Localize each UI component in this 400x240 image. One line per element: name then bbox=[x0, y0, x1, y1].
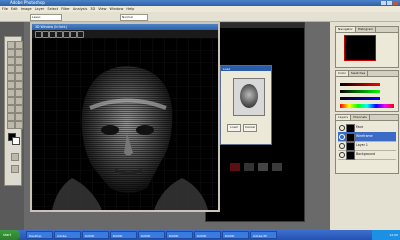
layers-panel: Layers Channels Face Wireframe Layer 1 B… bbox=[335, 114, 399, 174]
start-button[interactable]: start bbox=[0, 230, 20, 240]
tools-palette bbox=[4, 36, 23, 186]
gradient-tool-icon[interactable] bbox=[15, 81, 23, 89]
pan-icon[interactable] bbox=[42, 31, 49, 38]
marquee-tool-icon[interactable] bbox=[15, 41, 23, 49]
navigator-thumbnail[interactable] bbox=[344, 35, 376, 61]
dialog-cancel-button[interactable]: Cancel bbox=[243, 124, 257, 132]
portrait-face bbox=[240, 84, 258, 108]
green-slider[interactable] bbox=[340, 90, 380, 93]
texture-icon[interactable] bbox=[70, 31, 77, 38]
dialog-title: Load bbox=[223, 67, 231, 71]
layer-row[interactable]: Background bbox=[338, 150, 396, 160]
color-panel: Color Swatches bbox=[335, 70, 399, 112]
taskbar-item[interactable]: DAVID bbox=[110, 231, 137, 239]
dialog-ok-button[interactable]: Load bbox=[227, 124, 241, 132]
eraser-tool-icon[interactable] bbox=[7, 81, 15, 89]
minimize-button[interactable] bbox=[381, 1, 386, 5]
navigator-panel-tabs: Navigator Histogram bbox=[336, 27, 398, 33]
right-eye-socket bbox=[136, 125, 154, 135]
options-bar: Lasso Normal bbox=[0, 12, 400, 22]
shape-tool-icon[interactable] bbox=[15, 105, 23, 113]
visibility-eye-icon[interactable] bbox=[339, 125, 345, 131]
visibility-eye-icon[interactable] bbox=[339, 152, 345, 158]
thumbnail-1 bbox=[230, 163, 240, 171]
crop-tool-icon[interactable] bbox=[7, 57, 15, 65]
red-slider[interactable] bbox=[340, 83, 380, 86]
lasso-tool-icon[interactable] bbox=[7, 49, 15, 57]
dialog-title-bar[interactable]: Load bbox=[221, 66, 271, 71]
dialog-preview-image bbox=[233, 78, 265, 116]
start-label: start bbox=[3, 233, 12, 237]
zoom-icon[interactable] bbox=[49, 31, 56, 38]
screen-mode-icon[interactable] bbox=[11, 165, 19, 173]
history-brush-tool-icon[interactable] bbox=[15, 73, 23, 81]
rotate-icon[interactable] bbox=[35, 31, 42, 38]
layer-name: Face bbox=[356, 125, 364, 129]
window-controls bbox=[381, 1, 398, 5]
layer-name: Wireframe bbox=[356, 134, 373, 138]
visibility-eye-icon[interactable] bbox=[339, 134, 345, 140]
clock: 12:00 bbox=[389, 233, 398, 237]
light-icon[interactable] bbox=[56, 31, 63, 38]
taskbar-item[interactable]: DAVID bbox=[194, 231, 221, 239]
tab-color[interactable]: Color bbox=[336, 71, 349, 76]
tab-channels[interactable]: Channels bbox=[351, 115, 370, 120]
layers-panel-tabs: Layers Channels bbox=[336, 115, 398, 121]
pen-tool-icon[interactable] bbox=[7, 97, 15, 105]
thumbnail-3 bbox=[258, 163, 268, 171]
tab-histogram[interactable]: Histogram bbox=[356, 27, 377, 32]
reset-view-icon[interactable] bbox=[77, 31, 84, 38]
tab-swatches[interactable]: Swatches bbox=[349, 71, 369, 76]
layer-thumbnail bbox=[346, 151, 355, 160]
taskbar-item[interactable]: DAVID bbox=[82, 231, 109, 239]
taskbar-item[interactable]: DAVID bbox=[166, 231, 193, 239]
3d-viewer-window: 3D Window (Irrlicht) bbox=[30, 22, 220, 212]
3d-window-title: 3D Window (Irrlicht) bbox=[35, 25, 67, 29]
hand-tool-icon[interactable] bbox=[7, 121, 15, 129]
left-eye-socket bbox=[101, 125, 119, 135]
stamp-tool-icon[interactable] bbox=[7, 73, 15, 81]
taskbar-item[interactable]: DAVID bbox=[222, 231, 249, 239]
maximize-button[interactable] bbox=[387, 1, 392, 5]
blur-tool-icon[interactable] bbox=[7, 89, 15, 97]
layer-name: Background bbox=[356, 152, 376, 156]
healing-tool-icon[interactable] bbox=[7, 65, 15, 73]
eyedropper-tool-icon[interactable] bbox=[15, 113, 23, 121]
system-tray: 12:00 bbox=[372, 230, 400, 240]
layer-name: Layer 1 bbox=[356, 143, 368, 147]
type-tool-icon[interactable] bbox=[15, 97, 23, 105]
quick-mask-icon[interactable] bbox=[11, 153, 19, 161]
zoom-tool-icon[interactable] bbox=[15, 121, 23, 129]
magic-wand-tool-icon[interactable] bbox=[15, 49, 23, 57]
taskbar-item[interactable]: Desktop bbox=[26, 231, 53, 239]
visibility-eye-icon[interactable] bbox=[339, 143, 345, 149]
3d-scan-viewport[interactable] bbox=[32, 38, 218, 210]
slice-tool-icon[interactable] bbox=[15, 57, 23, 65]
blue-slider[interactable] bbox=[340, 97, 380, 100]
background-document-title-bar[interactable] bbox=[206, 23, 304, 28]
tab-navigator[interactable]: Navigator bbox=[336, 27, 356, 32]
close-button[interactable] bbox=[393, 1, 398, 5]
taskbar-items: Desktop Adobe DAVID DAVID DAVID DAVID DA… bbox=[26, 231, 277, 239]
wireframe-icon[interactable] bbox=[63, 31, 70, 38]
tab-layers[interactable]: Layers bbox=[336, 115, 351, 120]
dodge-tool-icon[interactable] bbox=[15, 89, 23, 97]
brush-tool-icon[interactable] bbox=[15, 65, 23, 73]
mode-field[interactable]: Normal bbox=[120, 14, 148, 21]
notes-tool-icon[interactable] bbox=[7, 113, 15, 121]
taskbar: start Desktop Adobe DAVID DAVID DAVID DA… bbox=[0, 230, 400, 240]
navigator-panel: Navigator Histogram bbox=[335, 26, 399, 68]
color-ramp[interactable] bbox=[340, 104, 394, 108]
tool-preset-field[interactable]: Lasso bbox=[30, 14, 62, 21]
taskbar-item[interactable]: Adobe Ph bbox=[250, 231, 277, 239]
thumbnail-4 bbox=[272, 163, 282, 171]
color-panel-tabs: Color Swatches bbox=[336, 71, 398, 77]
path-select-tool-icon[interactable] bbox=[7, 105, 15, 113]
taskbar-item[interactable]: Adobe bbox=[54, 231, 81, 239]
taskbar-item[interactable]: DAVID bbox=[138, 231, 165, 239]
background-color-swatch[interactable] bbox=[12, 137, 20, 145]
load-dialog: Load Load Cancel bbox=[220, 65, 272, 145]
move-tool-icon[interactable] bbox=[7, 41, 15, 49]
thumbnail-2 bbox=[244, 163, 254, 171]
